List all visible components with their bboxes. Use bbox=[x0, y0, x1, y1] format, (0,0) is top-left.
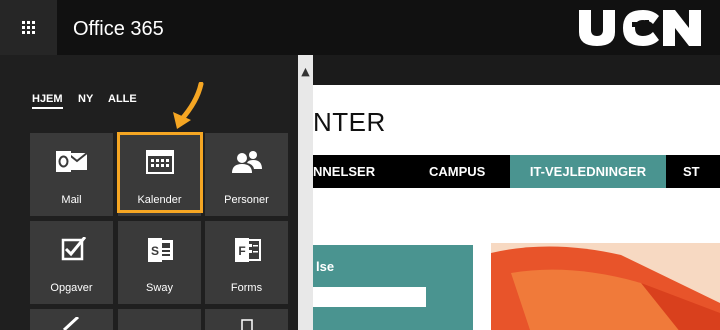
nav-item-it-vejledninger[interactable]: IT-VEJLEDNINGER bbox=[510, 155, 666, 188]
document-icon bbox=[241, 319, 253, 330]
tile-mail[interactable]: Mail bbox=[30, 133, 113, 216]
tile-personer[interactable]: Personer bbox=[205, 133, 288, 216]
svg-text:S: S bbox=[151, 244, 159, 258]
svg-text:F: F bbox=[238, 244, 245, 258]
tile-row3-3[interactable] bbox=[205, 309, 288, 330]
sway-icon: S bbox=[148, 238, 173, 262]
nav-item-uddannelser[interactable]: NNELSER bbox=[313, 155, 423, 188]
site-nav: NNELSER CAMPUS IT-VEJLEDNINGER ST bbox=[313, 155, 720, 188]
forms-icon: F bbox=[235, 238, 261, 262]
tab-hjem[interactable]: HJEM bbox=[32, 93, 63, 109]
tile-label: Forms bbox=[230, 282, 263, 294]
tab-ny[interactable]: NY bbox=[78, 93, 93, 105]
card-label: lse bbox=[316, 259, 335, 274]
nav-item-truncated[interactable]: ST bbox=[683, 155, 720, 188]
scroll-up-icon[interactable]: ▲ bbox=[298, 65, 313, 79]
nav-item-campus[interactable]: CAMPUS bbox=[429, 155, 499, 188]
pen-icon bbox=[62, 317, 80, 330]
kalender-highlight-box bbox=[117, 132, 203, 213]
people-icon bbox=[232, 151, 262, 173]
site-header-strip bbox=[313, 55, 720, 85]
website-content: NTER NNELSER CAMPUS IT-VEJLEDNINGER ST l… bbox=[313, 85, 720, 330]
tile-label: Sway bbox=[146, 282, 173, 294]
app-launcher-button[interactable] bbox=[0, 0, 57, 55]
tile-sway[interactable]: S Sway bbox=[118, 221, 201, 304]
site-heading: NTER bbox=[313, 107, 386, 137]
tile-opgaver[interactable]: Opgaver bbox=[30, 221, 113, 304]
tile-label: Personer bbox=[224, 194, 269, 206]
promo-image[interactable] bbox=[491, 243, 720, 330]
tile-label: Mail bbox=[61, 194, 82, 206]
app-title[interactable]: Office 365 bbox=[73, 18, 164, 41]
search-input[interactable] bbox=[313, 287, 426, 307]
tile-label: Opgaver bbox=[50, 282, 93, 294]
promo-graphic-icon bbox=[491, 243, 720, 330]
search-card: lse bbox=[313, 245, 473, 330]
tile-forms[interactable]: F Forms bbox=[205, 221, 288, 304]
panel-scrollbar[interactable]: ▲ bbox=[298, 55, 313, 330]
ucn-logo bbox=[579, 10, 701, 46]
tile-row3-1[interactable] bbox=[30, 309, 113, 330]
top-bar: Office 365 bbox=[0, 0, 720, 55]
tasks-checkbox-icon bbox=[61, 237, 87, 261]
outlook-mail-icon bbox=[56, 151, 88, 172]
pointer-arrow-icon bbox=[173, 82, 204, 129]
tile-row3-2[interactable] bbox=[118, 309, 201, 330]
waffle-icon bbox=[22, 21, 35, 34]
tab-alle[interactable]: ALLE bbox=[108, 93, 137, 105]
